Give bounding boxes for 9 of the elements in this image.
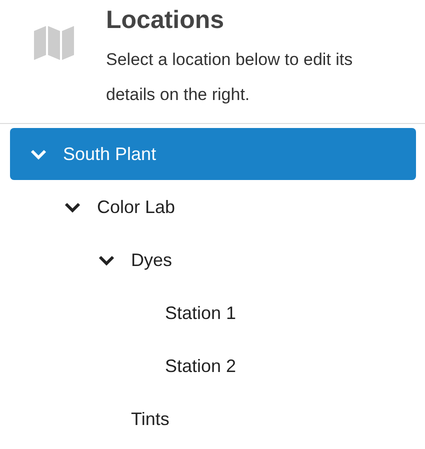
tree-item[interactable]: Station 1 — [10, 287, 416, 339]
tree-item[interactable]: Dyes — [10, 234, 416, 286]
panel-title: Locations — [106, 5, 226, 36]
map-icon — [34, 26, 74, 60]
tree-item[interactable]: South Plant — [10, 128, 416, 180]
tree-item[interactable]: Color Lab — [10, 181, 416, 233]
tree-item[interactable]: Tints — [10, 393, 416, 445]
panel-description: Select a location below to edit its details on the right. — [106, 49, 354, 106]
tree-item[interactable]: Station 2 — [10, 340, 416, 392]
